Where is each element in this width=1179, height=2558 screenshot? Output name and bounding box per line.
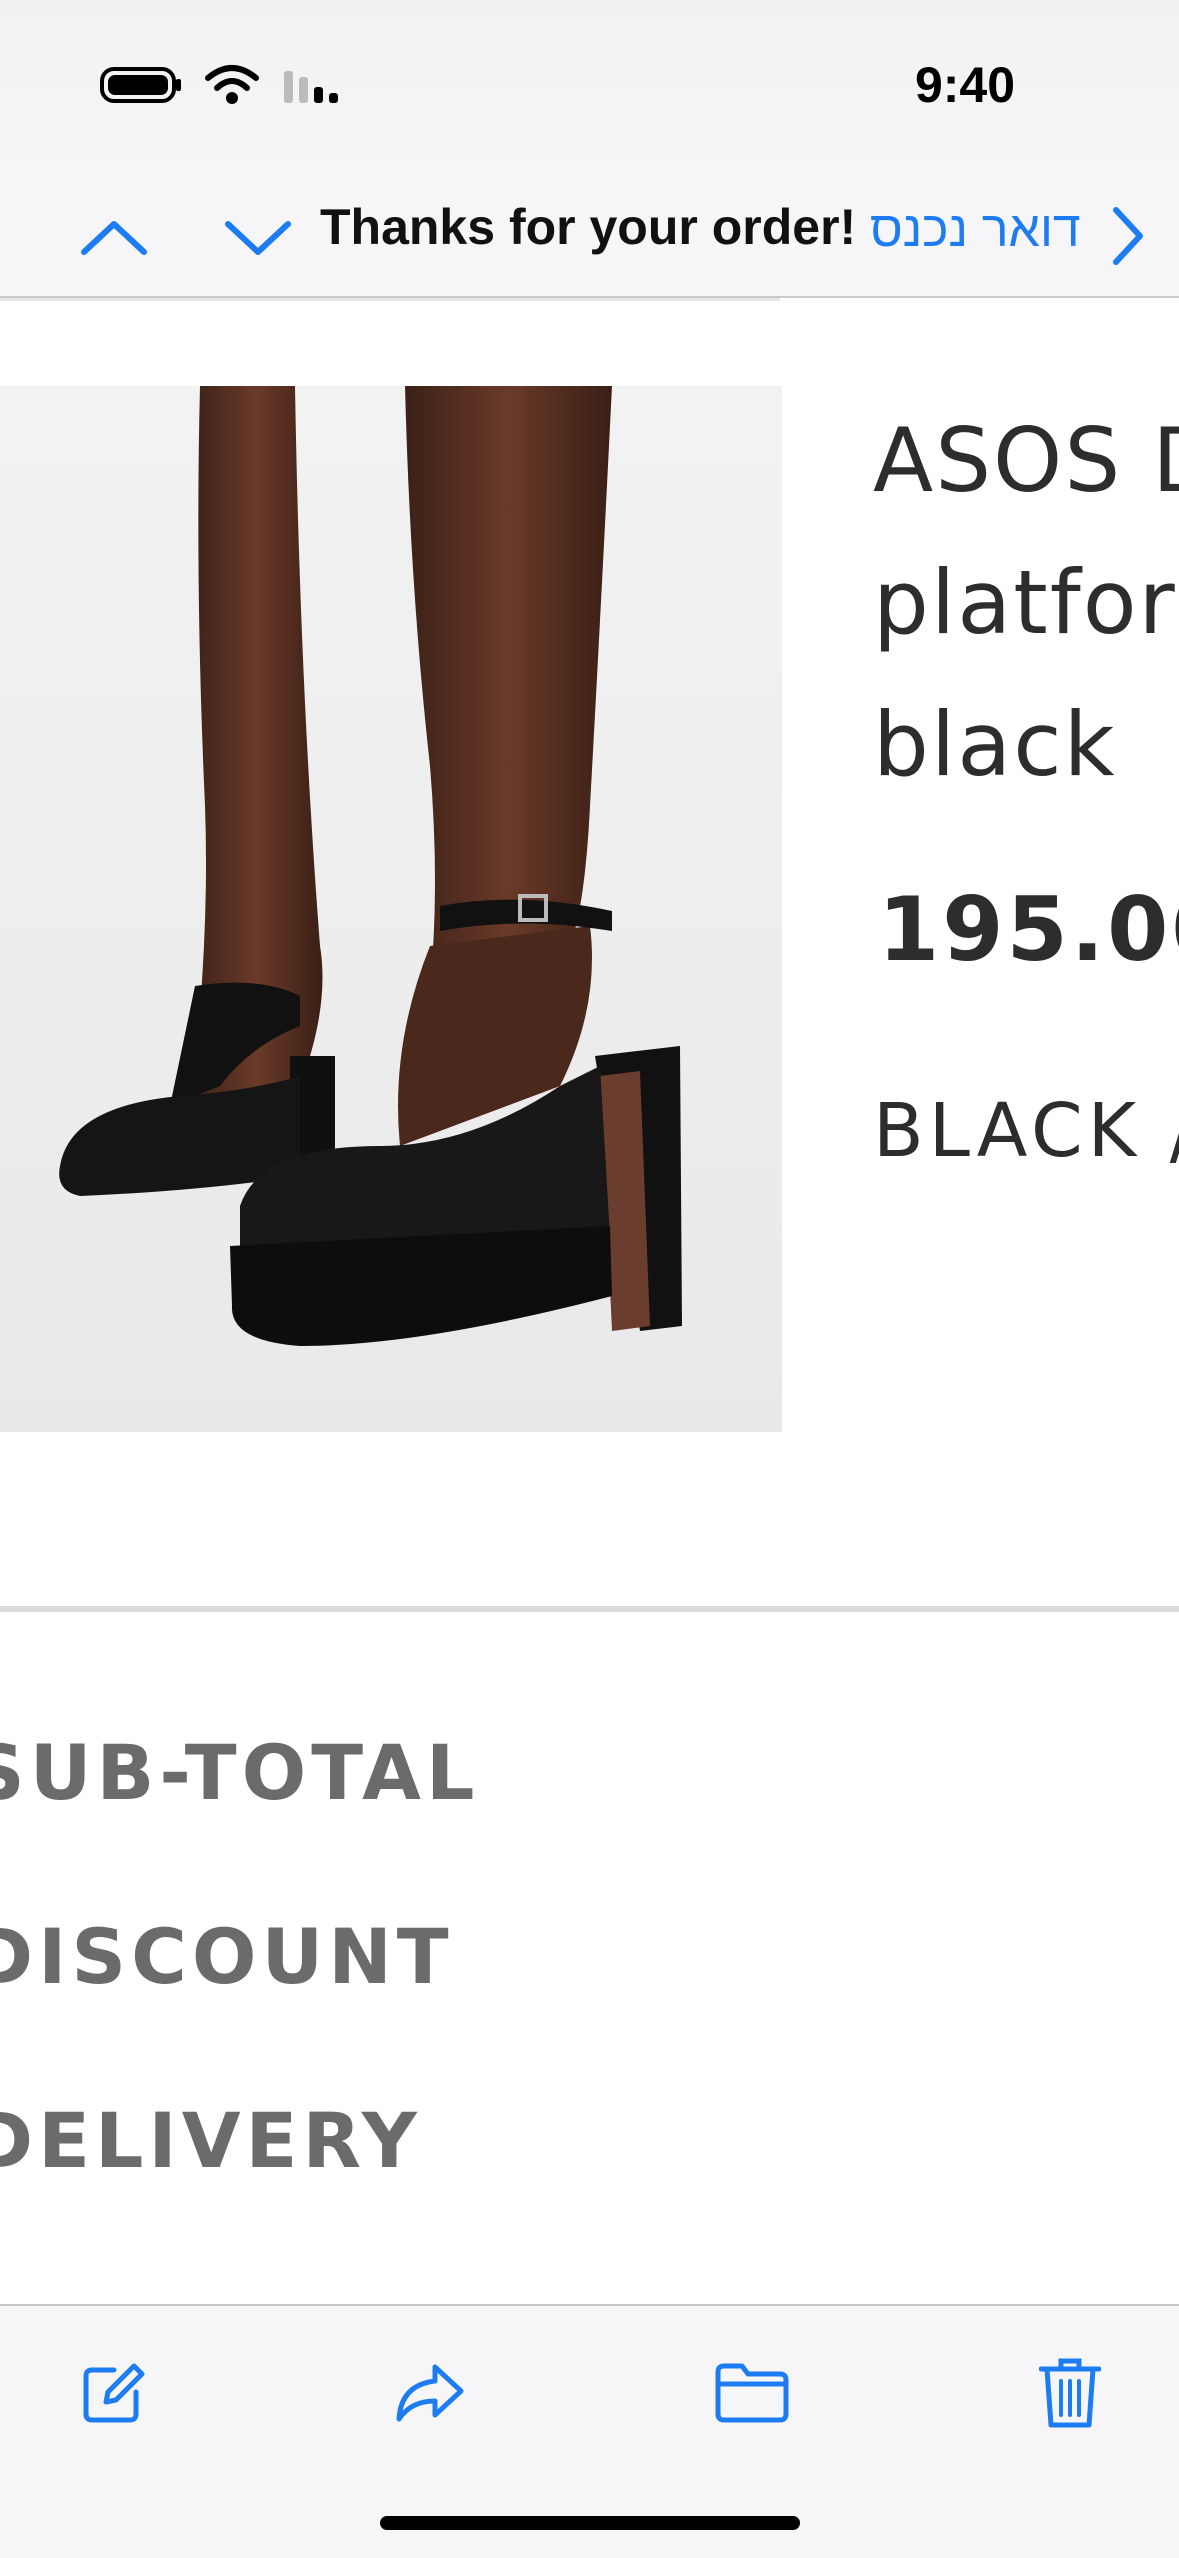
summary-divider <box>0 1606 1179 1612</box>
wifi-icon <box>205 65 259 104</box>
product-name[interactable]: ASOS D platforn black <box>873 390 1179 816</box>
previous-message-button[interactable] <box>74 202 154 272</box>
cellular-signal-icon <box>284 71 338 103</box>
email-body[interactable]: ASOS D platforn black 195.00 BLACK / SUB… <box>0 298 1179 2304</box>
chevron-right-icon <box>1113 207 1143 265</box>
chevron-down-icon <box>225 221 291 255</box>
message-subject: Thanks for your order! <box>320 199 857 255</box>
back-to-inbox-label[interactable]: דואר נכנס <box>870 200 1081 258</box>
product-variant: BLACK / <box>873 1088 1179 1174</box>
product-price: 195.00 <box>878 878 1179 981</box>
move-to-folder-button[interactable] <box>707 2348 797 2438</box>
compose-icon <box>83 2363 145 2423</box>
status-time: 9:40 <box>914 57 1016 113</box>
subtotal-label: SUB-TOTAL <box>0 1728 480 1817</box>
product-image[interactable] <box>0 386 782 1432</box>
forward-icon <box>396 2364 464 2422</box>
delete-button[interactable] <box>1025 2348 1115 2438</box>
battery-icon <box>100 67 181 103</box>
mail-nav-bar: Thanks for your order! דואר נכנס <box>0 180 1179 298</box>
folder-icon <box>715 2363 789 2423</box>
next-message-button[interactable] <box>218 202 298 272</box>
status-icons <box>100 64 346 106</box>
compose-button[interactable] <box>68 2348 158 2438</box>
platform-heels-illustration <box>0 386 782 1432</box>
home-indicator[interactable] <box>380 2516 800 2530</box>
back-button[interactable] <box>1108 204 1148 273</box>
status-bar: 9:40 <box>0 0 1179 180</box>
content-divider-top <box>0 298 780 301</box>
chevron-up-icon <box>81 221 147 255</box>
discount-label: DISCOUNT <box>0 1912 454 2001</box>
delivery-label: DELIVERY <box>0 2096 422 2185</box>
forward-button[interactable] <box>385 2348 475 2438</box>
mail-toolbar <box>0 2304 1179 2558</box>
trash-icon <box>1039 2358 1101 2428</box>
